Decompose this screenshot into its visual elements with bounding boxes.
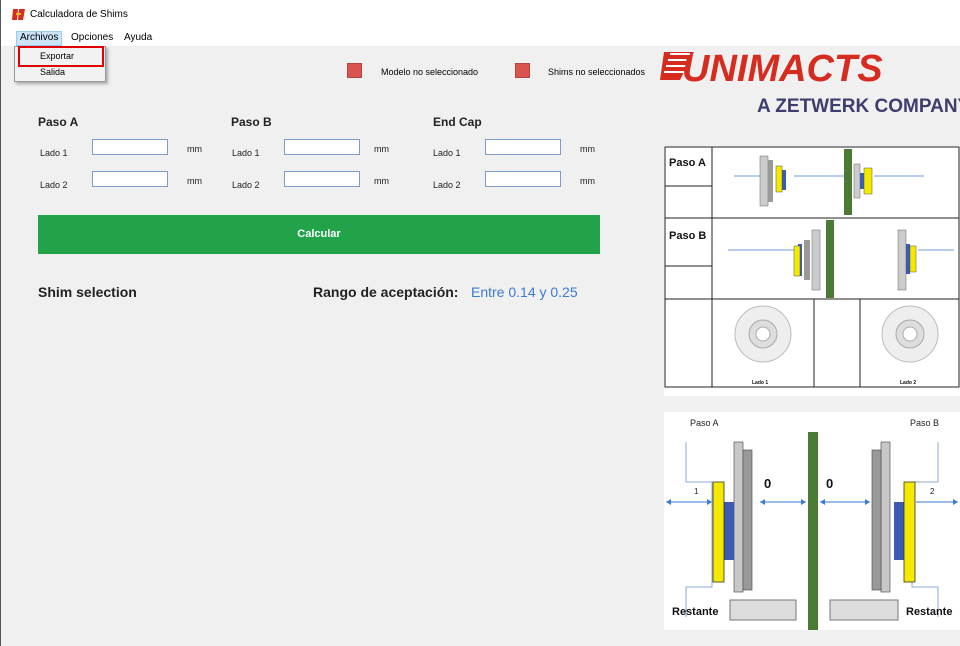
title-bar: Calculadora de Shims — [0, 0, 960, 30]
shims-status-indicator — [515, 63, 530, 78]
flange-lado2-image — [881, 305, 939, 363]
end-cap-lado1-unit: mm — [580, 144, 595, 154]
diagram-bottom-left-restante: Restante — [672, 606, 718, 618]
menu-item-salida[interactable]: Salida — [40, 67, 65, 77]
end-cap-lado1-label: Lado 1 — [433, 148, 461, 158]
end-cap-lado1-input[interactable] — [485, 139, 561, 155]
paso-a-lado1-label: Lado 1 — [40, 148, 68, 158]
paso-b-title: Paso B — [231, 115, 272, 129]
paso-b-lado1-unit: mm — [374, 144, 389, 154]
shims-status-text: Shims no seleccionados — [548, 67, 646, 77]
unimacts-logo: UNIMACTS A ZETWERK COMPANY — [660, 48, 960, 117]
flange-lado1-image — [734, 305, 792, 363]
diagram-bottom-paso-a-label: Paso A — [690, 418, 719, 428]
paso-b-lado2-label: Lado 2 — [232, 180, 260, 190]
modelo-status-indicator — [347, 63, 362, 78]
diagram-top-lado2-label: Lado 2 — [900, 380, 916, 386]
menu-archivos[interactable]: Archivos — [16, 31, 63, 46]
logo-brand-text: UNIMACTS — [682, 48, 883, 90]
paso-a-lado1-input[interactable] — [92, 139, 168, 155]
paso-a-lado2-input[interactable] — [92, 171, 168, 187]
paso-a-lado2-unit: mm — [187, 176, 202, 186]
diagram-bottom-right-dim: 2 — [930, 487, 935, 496]
menu-ayuda[interactable]: Ayuda — [121, 32, 155, 43]
menu-opciones[interactable]: Opciones — [68, 32, 116, 43]
end-cap-lado2-label: Lado 2 — [433, 180, 461, 190]
diagram-bottom-right-restante: Restante — [906, 606, 952, 618]
app-logo-icon — [12, 9, 25, 20]
paso-a-title: Paso A — [38, 115, 79, 129]
paso-a-lado2-label: Lado 2 — [40, 180, 68, 190]
diagram-top-lado1-label: Lado 1 — [752, 380, 768, 386]
calcular-button[interactable]: Calcular — [38, 215, 600, 254]
diagram-bottom-right-value: 0 — [826, 476, 833, 491]
shim-selection-label: Shim selection — [38, 284, 137, 300]
end-cap-lado2-input[interactable] — [485, 171, 561, 187]
paso-b-lado2-input[interactable] — [284, 171, 360, 187]
end-cap-title: End Cap — [433, 115, 482, 129]
paso-b-lado1-label: Lado 1 — [232, 148, 260, 158]
diagram-top-paso-a-label: Paso A — [669, 157, 706, 169]
diagram-bottom-left-dim: 1 — [694, 487, 699, 496]
end-cap-lado2-unit: mm — [580, 176, 595, 186]
paso-b-lado1-input[interactable] — [284, 139, 360, 155]
diagram-bottom-paso-b-label: Paso B — [910, 418, 939, 428]
paso-a-lado1-unit: mm — [187, 144, 202, 154]
window-title: Calculadora de Shims — [30, 9, 128, 20]
window-border — [0, 0, 1, 646]
range-value: Entre 0.14 y 0.25 — [471, 284, 578, 300]
exportar-highlight-box — [18, 46, 104, 67]
diagram-top-paso-b-label: Paso B — [669, 230, 706, 242]
measurement-diagram-bottom: Paso A Paso B 1 0 Restante 2 0 Restante — [664, 412, 960, 630]
diagram-bottom-left-value: 0 — [764, 476, 771, 491]
logo-subtitle-text: A ZETWERK COMPANY — [757, 96, 960, 117]
range-label: Rango de aceptación: — [313, 284, 459, 300]
modelo-status-text: Modelo no seleccionado — [381, 67, 479, 77]
measurement-diagram-top: Paso A Paso B Lado 1 Lado 2 — [664, 146, 960, 396]
paso-b-lado2-unit: mm — [374, 176, 389, 186]
